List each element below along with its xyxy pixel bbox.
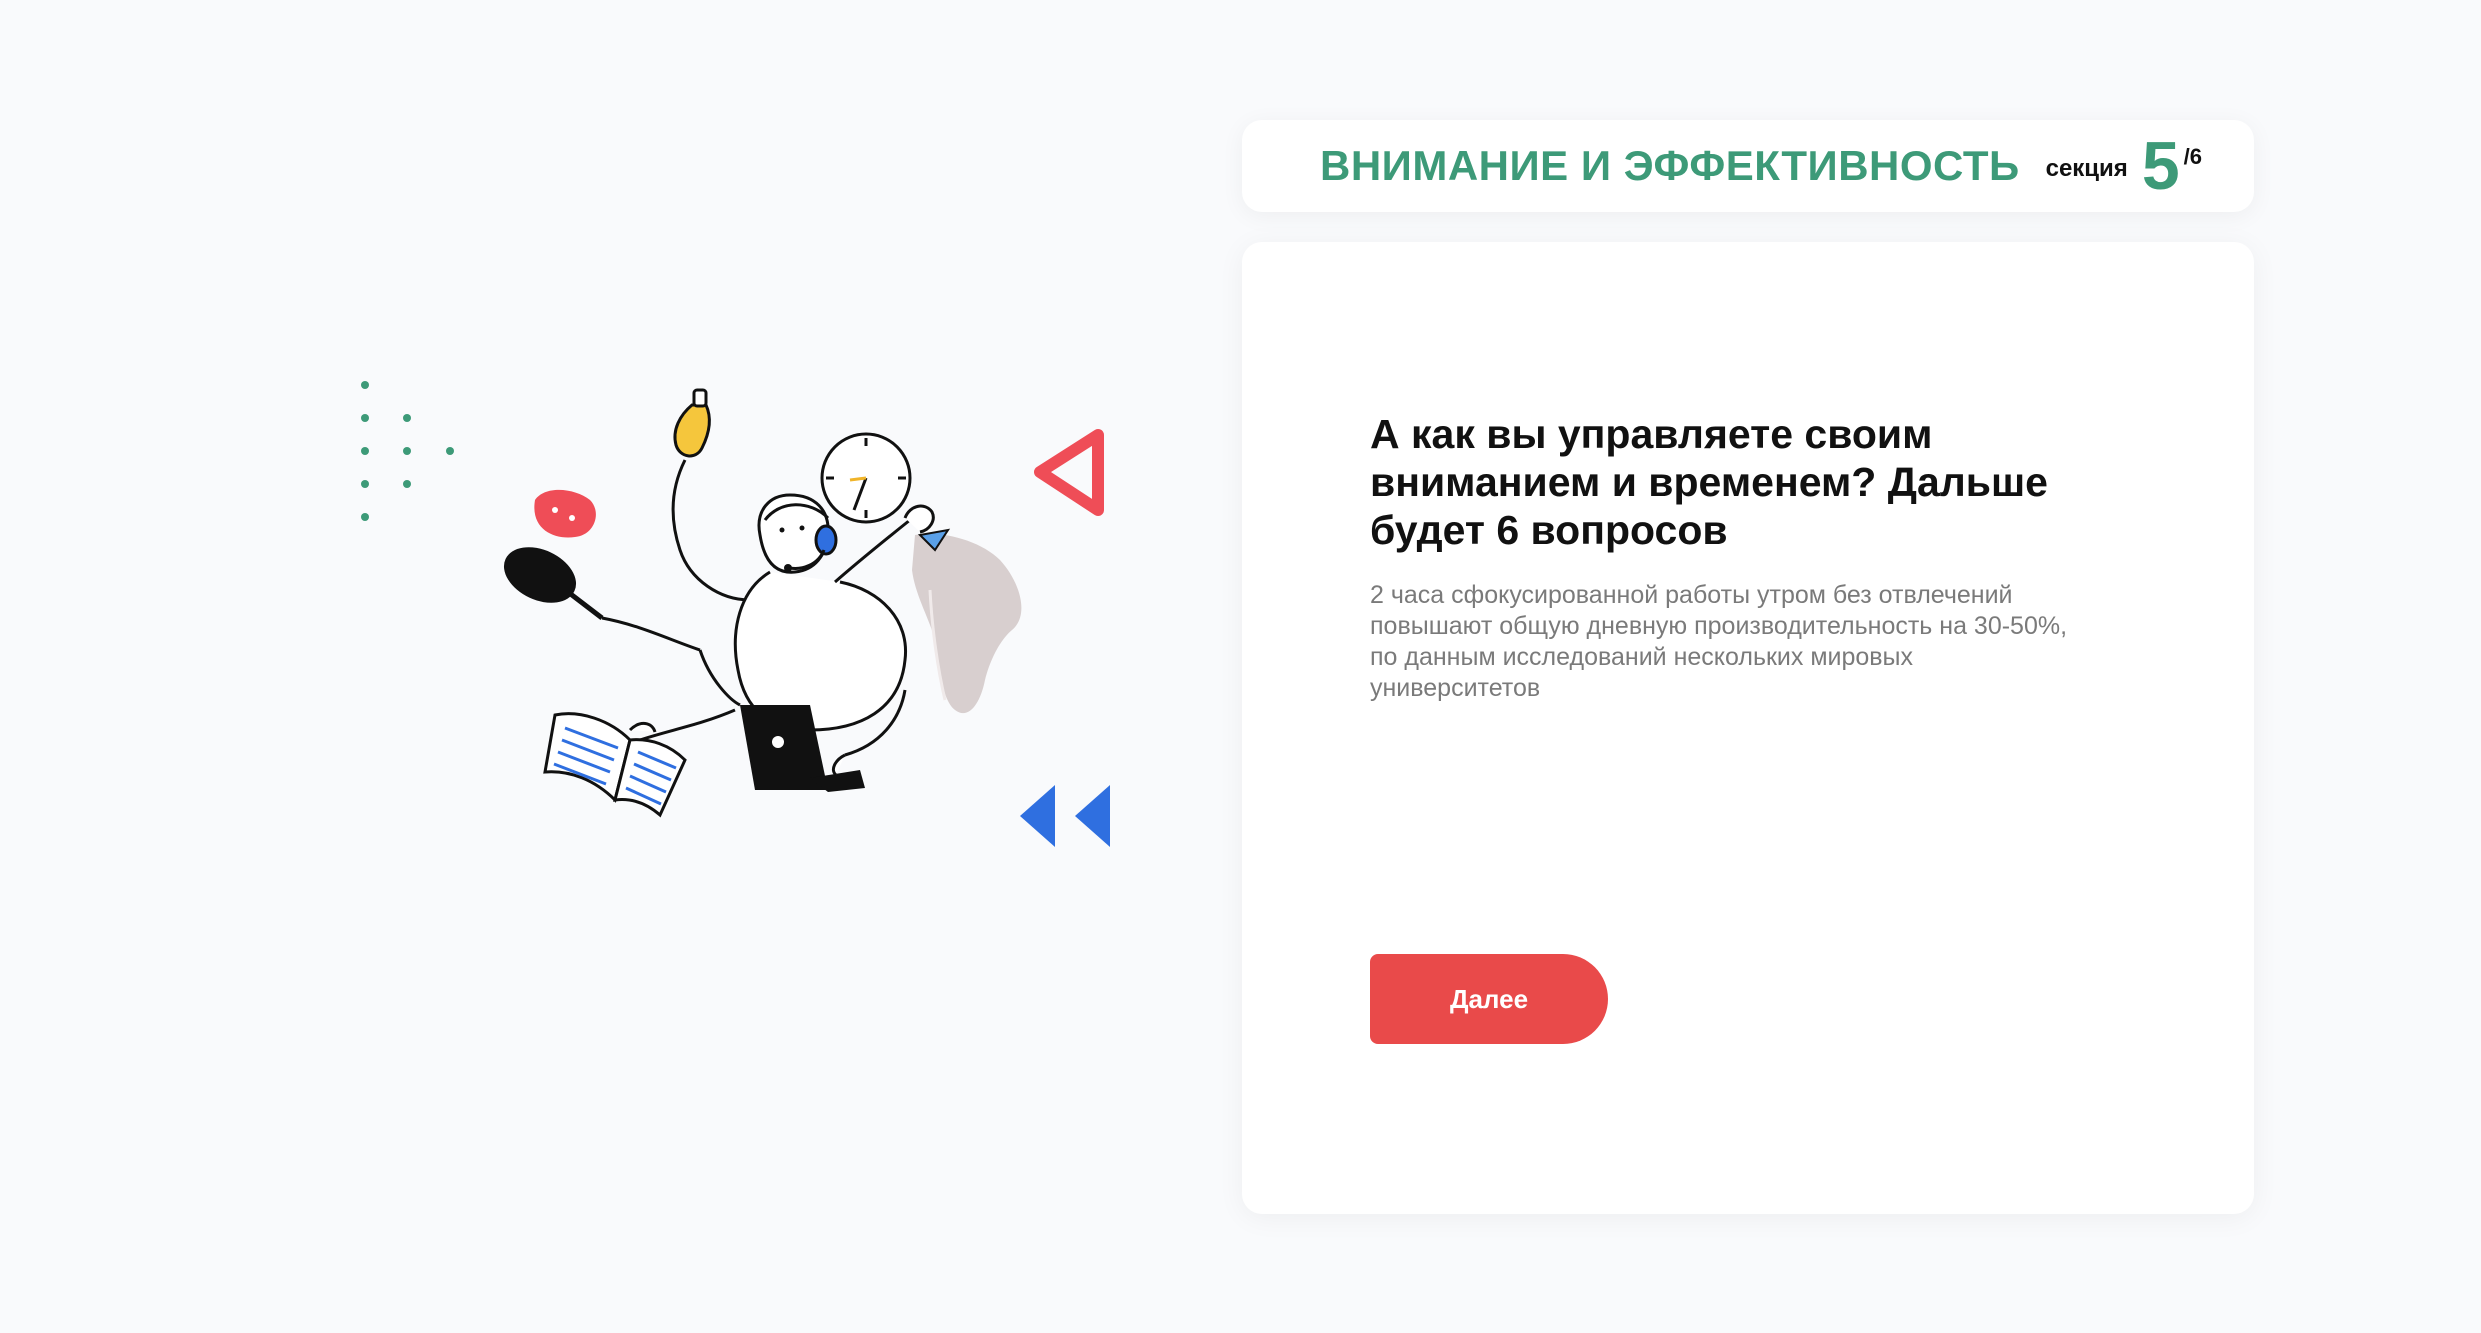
lightbulb-icon [673, 388, 711, 458]
book-icon [543, 712, 687, 818]
dot-pattern [361, 381, 454, 521]
section-counter: секция 5 /6 [2046, 132, 2202, 200]
section-current-number: 5 [2141, 128, 2180, 204]
food-blob-icon [534, 489, 596, 538]
next-button[interactable]: Далее [1370, 954, 1608, 1044]
section-header: ВНИМАНИЕ И ЭФФЕКТИВНОСТЬ секция 5 /6 [1242, 120, 2254, 212]
frying-pan-icon [503, 547, 604, 620]
multitasking-person-illustration [340, 360, 1140, 880]
section-label: секция [2045, 155, 2128, 182]
page: ВНИМАНИЕ И ЭФФЕКТИВНОСТЬ секция 5 /6 А к… [0, 0, 2481, 1333]
question-title: А как вы управляете своим вниманием и вр… [1370, 411, 2048, 553]
section-total-number: /6 [2183, 144, 2202, 169]
question-description: 2 часа сфокусированной работы утром без … [1370, 581, 2068, 702]
question-card: А как вы управляете своим вниманием и вр… [1242, 242, 2254, 1214]
triangle-outline-icon [1034, 429, 1104, 516]
double-chevron-left-icon [1020, 785, 1110, 847]
section-title: ВНИМАНИЕ И ЭФФЕКТИВНОСТЬ [1320, 142, 2020, 189]
jacket-icon [912, 528, 1022, 714]
clock-icon [820, 432, 912, 524]
